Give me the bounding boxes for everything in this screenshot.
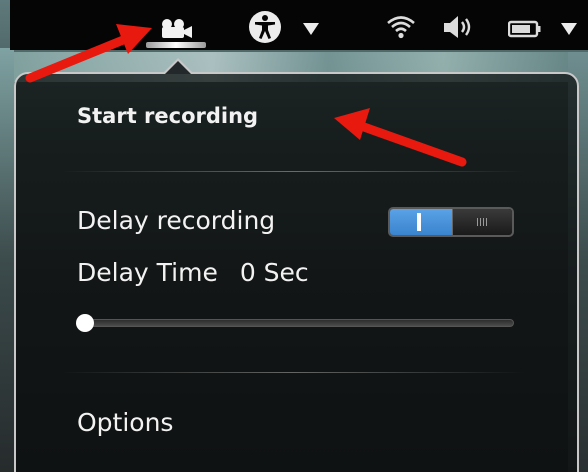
- desktop-screen: Start recording Delay recording Delay Ti…: [0, 0, 588, 472]
- volume-icon[interactable]: [442, 14, 478, 40]
- battery-menu-arrow-icon[interactable]: [560, 22, 578, 36]
- delay-recording-label: Delay recording: [77, 206, 276, 235]
- delay-time-row: Delay Time 0 Sec: [77, 258, 309, 287]
- delay-time-slider-handle[interactable]: [76, 314, 94, 332]
- accessibility-icon[interactable]: [248, 10, 282, 44]
- wifi-icon[interactable]: [386, 14, 416, 40]
- delay-time-slider[interactable]: [84, 319, 514, 327]
- toggle-on-state: [390, 209, 452, 235]
- toggle-on-mark-icon: [417, 213, 421, 231]
- delay-time-label: Delay Time: [77, 258, 218, 287]
- delay-recording-toggle[interactable]: [388, 207, 514, 237]
- battery-icon[interactable]: [508, 19, 542, 39]
- wallpaper-left-edge: [0, 48, 14, 472]
- grip-icon: [477, 218, 489, 226]
- start-recording-menu-item[interactable]: Start recording: [77, 104, 258, 128]
- active-indicator-underline: [146, 42, 206, 48]
- top-panel: [10, 0, 588, 50]
- screen-recorder-icon: [162, 19, 192, 38]
- popup-pointer-inner: [165, 61, 191, 74]
- menu-separator: [60, 372, 525, 373]
- options-menu-item[interactable]: Options: [77, 408, 173, 437]
- accessibility-menu-arrow-icon[interactable]: [302, 22, 320, 36]
- toggle-knob[interactable]: [452, 209, 512, 235]
- delay-time-value: 0 Sec: [239, 258, 309, 287]
- menu-separator: [60, 171, 525, 172]
